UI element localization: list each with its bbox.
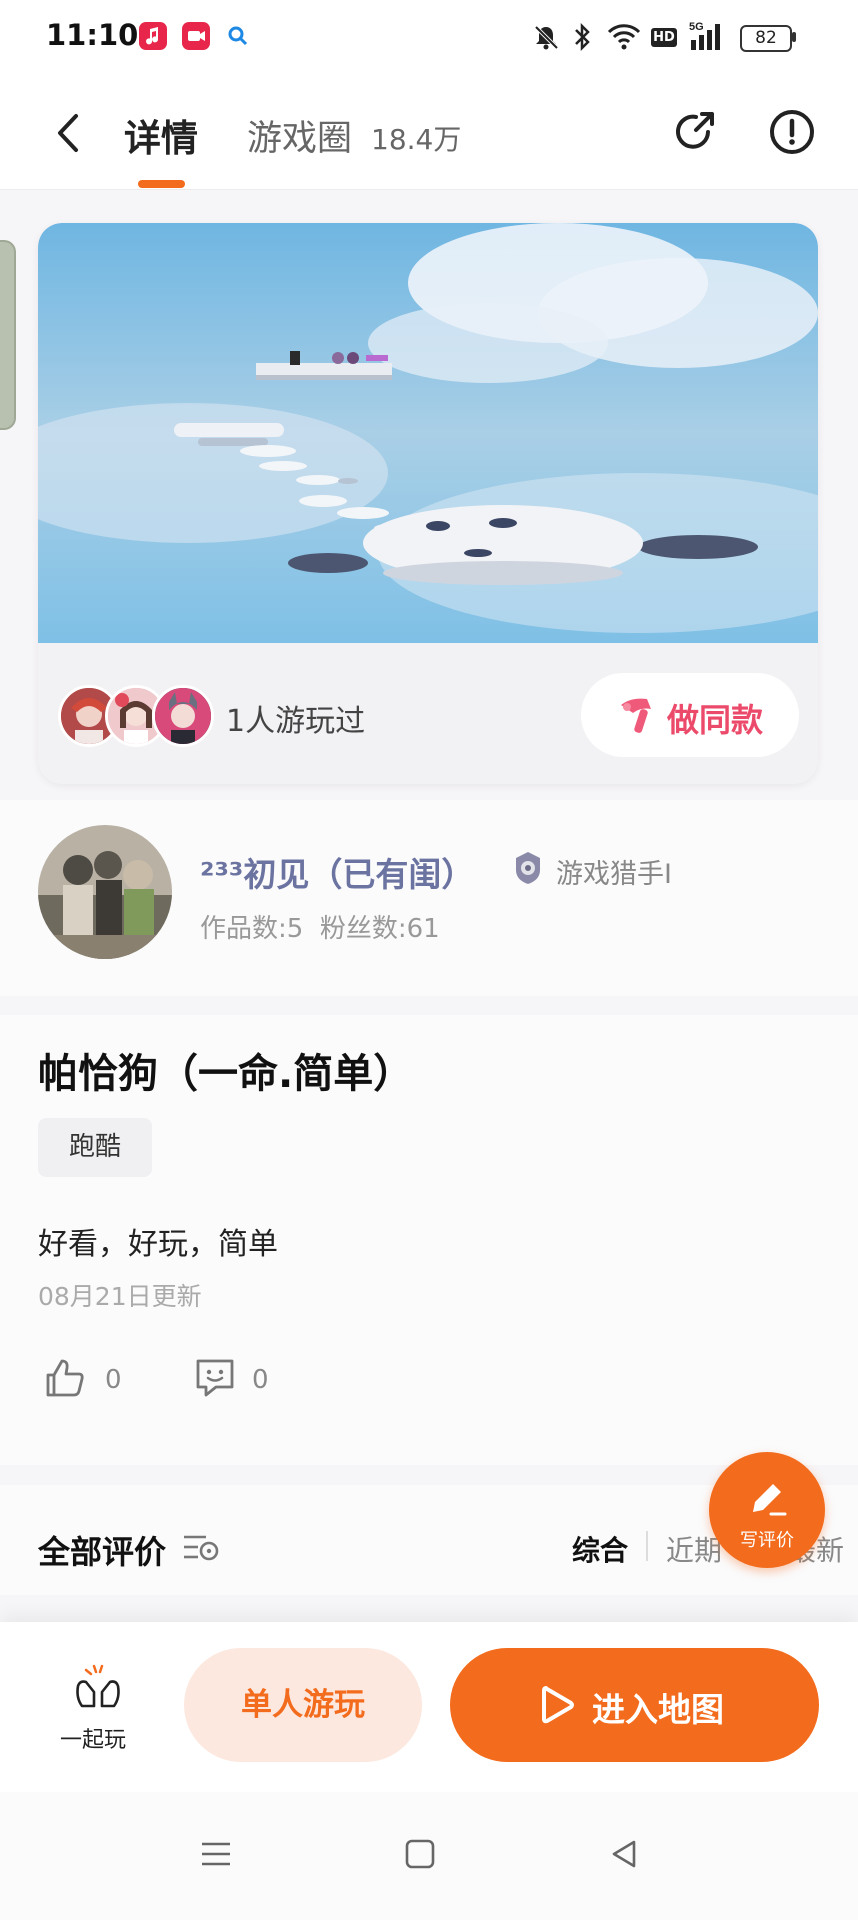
author-section: ²³³初见（已有闺） 游戏猎手I 作品数:5 粉丝数:61 (0, 800, 858, 996)
hammer-icon (617, 695, 661, 741)
battery-tip (792, 32, 796, 42)
like-icon[interactable] (42, 1355, 88, 1405)
menu-nav-icon[interactable] (200, 1838, 232, 1874)
author-avatar[interactable] (38, 825, 172, 959)
sort-general[interactable]: 综合 (572, 1529, 628, 1569)
comment-count: 0 (252, 1365, 269, 1395)
wifi-icon (606, 22, 642, 56)
signal-5g-icon: 5G (689, 20, 727, 56)
make-same-label: 做同款 (667, 701, 764, 739)
write-review-button[interactable]: 写评价 (709, 1452, 825, 1568)
author-stats: 作品数:5 粉丝数:61 (200, 914, 440, 944)
update-date: 08月21日更新 (38, 1282, 202, 1311)
status-time: 11:10 (46, 18, 139, 52)
mute-icon (532, 23, 560, 55)
game-card: 1人游玩过 做同款 (38, 223, 818, 784)
game-description: 好看，好玩，简单 (38, 1227, 278, 1262)
floating-side-handle[interactable] (0, 240, 16, 430)
reviews-title: 全部评价 (38, 1533, 167, 1571)
player-avatar[interactable] (152, 685, 214, 747)
filter-icon[interactable] (180, 1529, 222, 1569)
game-title: 帕恰狗（一命.简单） (38, 1051, 414, 1097)
tag-chip[interactable]: 跑酷 (38, 1118, 152, 1177)
enter-map-label: 进入地图 (592, 1690, 724, 1729)
sort-divider (646, 1531, 648, 1561)
play-together-label[interactable]: 一起玩 (60, 1722, 126, 1754)
enter-map-button[interactable]: 进入地图 (450, 1648, 819, 1762)
game-banner-image[interactable] (38, 223, 818, 643)
hunter-badge-icon (512, 850, 544, 890)
played-count-text: 1人游玩过 (226, 704, 366, 739)
search-app-icon (226, 24, 250, 52)
back-icon[interactable] (52, 110, 84, 160)
single-play-button[interactable]: 单人游玩 (184, 1648, 422, 1762)
pen-icon (745, 1476, 789, 1524)
comment-icon[interactable] (192, 1355, 238, 1405)
top-nav: 详情 游戏圈 18.4万 (0, 76, 858, 190)
game-detail-section: 帕恰狗（一命.简单） 跑酷 好看，好玩，简单 08月21日更新 0 0 (0, 1015, 858, 1465)
bottom-action-bar: 一起玩 单人游玩 进入地图 (0, 1622, 858, 1792)
report-icon[interactable] (766, 106, 818, 162)
hd-icon: HD (651, 28, 677, 47)
bluetooth-icon (571, 22, 593, 56)
home-nav-icon[interactable] (404, 1838, 436, 1874)
video-app-icon (182, 22, 210, 50)
like-count: 0 (105, 1365, 122, 1395)
write-review-label: 写评价 (740, 1530, 794, 1551)
tab-detail[interactable]: 详情 (124, 108, 198, 162)
tab-game-circle[interactable]: 游戏圈 (247, 110, 352, 161)
back-nav-icon[interactable] (608, 1838, 640, 1874)
make-same-button[interactable]: 做同款 (581, 673, 799, 757)
status-bar: 11:10 HD 5G 82 (0, 0, 858, 76)
share-icon[interactable] (670, 106, 722, 162)
system-nav-bar (0, 1792, 858, 1920)
svg-text:5G: 5G (689, 21, 704, 33)
author-badge-text: 游戏猎手I (556, 859, 672, 890)
tab-active-indicator (138, 180, 185, 188)
tab-game-circle-count[interactable]: 18.4万 (371, 118, 461, 158)
play-icon (540, 1684, 576, 1730)
author-name[interactable]: ²³³初见（已有闺） (200, 848, 474, 896)
play-together-icon[interactable] (72, 1662, 124, 1716)
music-app-icon (139, 22, 167, 50)
battery-indicator: 82 (740, 25, 792, 52)
